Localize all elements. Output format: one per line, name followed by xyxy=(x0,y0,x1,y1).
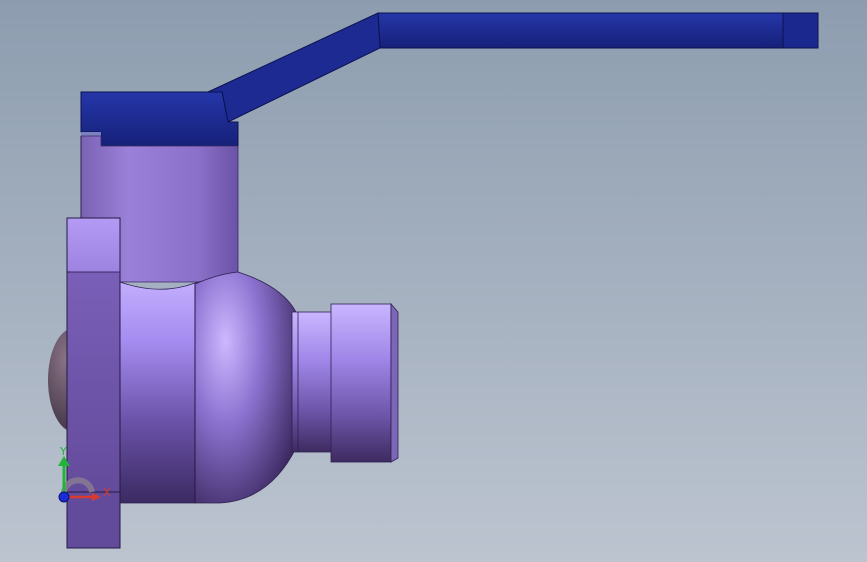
cad-graphics-area[interactable]: Y X xyxy=(0,0,867,562)
cad-model-view[interactable]: Y X xyxy=(0,0,867,562)
triad-z-axis xyxy=(58,491,70,503)
triad-y-label: Y xyxy=(59,445,67,458)
valve-body[interactable] xyxy=(119,271,297,504)
triad-x-label: X xyxy=(103,486,111,499)
valve-outlet[interactable] xyxy=(291,302,399,463)
